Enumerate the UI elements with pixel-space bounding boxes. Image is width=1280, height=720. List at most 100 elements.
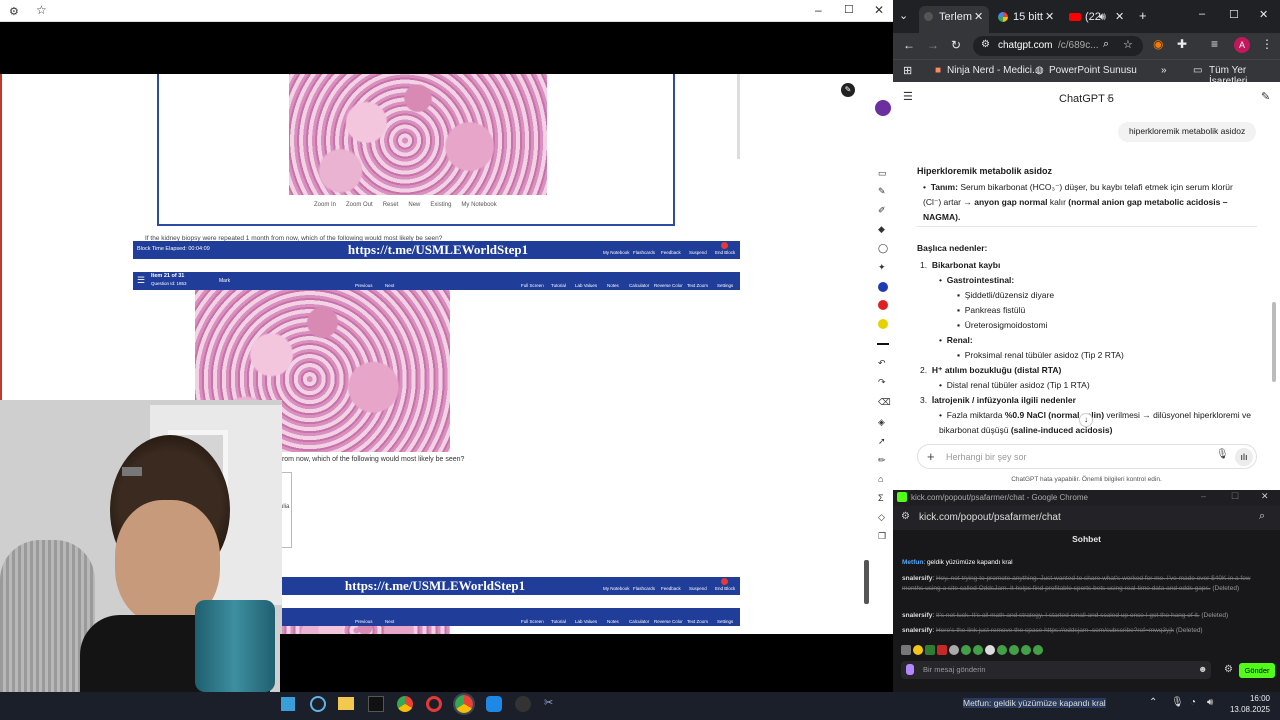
extension-icon[interactable]: ◉ bbox=[1153, 37, 1163, 51]
emote-icon[interactable] bbox=[913, 645, 923, 655]
previous-label-2[interactable]: Previous bbox=[355, 619, 373, 624]
lock-icon[interactable]: ⌂ bbox=[878, 474, 883, 484]
viewer-scrollbar[interactable] bbox=[864, 560, 869, 604]
line-width-icon[interactable] bbox=[877, 343, 889, 345]
tray-arrow-icon[interactable]: ⌃ bbox=[1149, 697, 1157, 708]
zoom-out-button[interactable]: Zoom Out bbox=[346, 202, 373, 212]
plus-icon[interactable]: + bbox=[927, 449, 935, 464]
shapes-icon[interactable]: ◇ bbox=[878, 512, 885, 523]
menu-icon[interactable]: ☰ bbox=[137, 275, 145, 286]
calculator-label-2[interactable]: Calculator bbox=[629, 619, 649, 624]
close-icon[interactable]: ✕ bbox=[1259, 8, 1268, 21]
notes-label[interactable]: Notes bbox=[607, 283, 619, 288]
forward-icon[interactable]: → bbox=[927, 38, 939, 52]
mark-label[interactable]: Mark bbox=[219, 278, 230, 284]
wifi-icon[interactable]: ◔ bbox=[1190, 697, 1196, 708]
emote-icon[interactable] bbox=[949, 645, 959, 655]
prompt-input[interactable]: Herhangi bir şey sor bbox=[946, 452, 1027, 462]
end-block-label-2[interactable]: End Block bbox=[715, 586, 735, 591]
my-notebook-label[interactable]: My Notebook bbox=[603, 250, 630, 255]
bookmark-powerpoint[interactable]: PowerPoint Sunusu bbox=[1049, 65, 1137, 76]
tutorial-label-2[interactable]: Tutorial bbox=[551, 619, 566, 624]
clock-date[interactable]: 13.08.2025 bbox=[1222, 705, 1270, 714]
settings-app-icon[interactable] bbox=[310, 696, 326, 712]
zoom-icon[interactable]: ⌕ bbox=[1259, 510, 1265, 523]
obs-icon[interactable] bbox=[515, 696, 531, 712]
emote-icon[interactable] bbox=[901, 645, 911, 655]
flashcards-label[interactable]: Flashcards bbox=[633, 250, 655, 255]
undo-icon[interactable]: ↶ bbox=[878, 358, 886, 369]
settings-icon[interactable]: ⚙ bbox=[9, 5, 19, 18]
bookmark-ninja-nerd[interactable]: Ninja Nerd - Medici... bbox=[947, 65, 1040, 76]
monitor-icon[interactable]: ▭ bbox=[878, 168, 887, 179]
emote-icon[interactable] bbox=[925, 645, 935, 655]
search-icon[interactable]: ⌕ bbox=[1103, 38, 1109, 51]
close-icon[interactable]: ✕ bbox=[1261, 491, 1269, 502]
scroll-down-icon[interactable]: ↓ bbox=[1079, 413, 1093, 427]
telegram-link[interactable]: https://t.me/USMLEWorldStep1 bbox=[313, 241, 563, 259]
inner-scroll[interactable] bbox=[737, 74, 740, 159]
reverse-color-label[interactable]: Reverse Color bbox=[654, 283, 683, 288]
site-info-icon[interactable]: ⚙ bbox=[901, 511, 910, 522]
chat-username[interactable]: snalersify bbox=[902, 575, 932, 582]
arrow-icon[interactable]: ➚ bbox=[878, 436, 886, 447]
tab-google[interactable]: 15 bitt ✕ bbox=[993, 6, 1063, 28]
full-screen-label[interactable]: Full Screen bbox=[521, 283, 544, 288]
suspend-label-2[interactable]: Suspend bbox=[689, 586, 707, 591]
lab-values-label-2[interactable]: Lab Values bbox=[575, 619, 597, 624]
chat-settings-icon[interactable]: ⚙ bbox=[1224, 664, 1233, 675]
settings-label[interactable]: Settings bbox=[717, 283, 733, 288]
emoji-icon[interactable]: ☻ bbox=[1198, 664, 1207, 674]
tab-close-icon[interactable]: ✕ bbox=[1045, 6, 1054, 28]
maximize-icon[interactable]: ☐ bbox=[1229, 8, 1239, 21]
clock-time[interactable]: 16:00 bbox=[1230, 694, 1270, 703]
start-icon[interactable] bbox=[281, 697, 295, 711]
emote-icon[interactable] bbox=[973, 645, 983, 655]
site-info-icon[interactable]: ⚙ bbox=[981, 39, 990, 50]
reverse-color-label-2[interactable]: Reverse Color bbox=[654, 619, 683, 624]
fill-icon[interactable]: ◈ bbox=[878, 417, 885, 428]
mic-icon[interactable]: 🎙︎ bbox=[1216, 449, 1229, 460]
audio-icon[interactable]: 🔊︎ bbox=[1099, 6, 1106, 28]
emote-icon[interactable] bbox=[1021, 645, 1031, 655]
suspend-label[interactable]: Suspend bbox=[689, 250, 707, 255]
reload-icon[interactable]: ↻ bbox=[951, 38, 961, 52]
minimize-icon[interactable]: – bbox=[1201, 491, 1206, 501]
feedback-label[interactable]: Feedback bbox=[661, 250, 681, 255]
app-icon[interactable] bbox=[486, 696, 502, 712]
settings-label-2[interactable]: Settings bbox=[717, 619, 733, 624]
maximize-icon[interactable]: ☐ bbox=[844, 3, 854, 16]
opera-icon[interactable] bbox=[426, 696, 442, 712]
volume-icon[interactable]: 🔊︎ bbox=[1207, 697, 1213, 708]
minimize-icon[interactable]: – bbox=[1199, 8, 1205, 20]
blue-color-icon[interactable] bbox=[878, 282, 888, 292]
highlighter-icon[interactable]: ✐ bbox=[878, 205, 886, 216]
marker-icon[interactable]: ✏ bbox=[878, 455, 886, 466]
chrome-active-icon[interactable] bbox=[453, 693, 475, 715]
new-tab-icon[interactable]: + bbox=[1139, 8, 1147, 23]
zoom-in-button[interactable]: Zoom In bbox=[314, 202, 336, 212]
full-screen-label-2[interactable]: Full Screen bbox=[521, 619, 544, 624]
mic-tray-icon[interactable]: 🎙︎ bbox=[1171, 697, 1184, 708]
reset-button[interactable]: Reset bbox=[383, 202, 399, 212]
chat-scrollbar[interactable] bbox=[1272, 302, 1276, 382]
clear-icon[interactable]: ⌫ bbox=[878, 397, 891, 408]
new-chat-icon[interactable]: ✎ bbox=[1261, 90, 1270, 103]
chat-input[interactable]: Bir mesaj gönderin ☻ bbox=[901, 661, 1211, 679]
chat-username[interactable]: snalersify bbox=[902, 627, 932, 634]
previous-label[interactable]: Previous bbox=[355, 283, 373, 288]
maximize-icon[interactable]: ☐ bbox=[1231, 491, 1239, 502]
send-button[interactable]: Gönder bbox=[1239, 663, 1275, 678]
prompt-box[interactable]: + Herhangi bir şey sor 🎙︎ ılı bbox=[917, 444, 1257, 469]
emote-icon[interactable] bbox=[997, 645, 1007, 655]
apps-grid-icon[interactable]: ⊞ bbox=[903, 64, 912, 77]
copy-icon[interactable]: ❐ bbox=[878, 531, 886, 542]
snipping-icon[interactable]: ✂ bbox=[544, 696, 560, 712]
sidebar-toggle-icon[interactable]: ☰ bbox=[903, 90, 913, 103]
magic-icon[interactable]: ✦ bbox=[878, 262, 886, 273]
app-logo-icon[interactable] bbox=[875, 100, 891, 116]
calculator-label[interactable]: Calculator bbox=[629, 283, 649, 288]
pen-icon[interactable]: ✎ bbox=[878, 186, 886, 197]
address-bar[interactable]: ⚙ chatgpt.com /c/689c... ⌕ ☆ bbox=[973, 36, 1143, 56]
more-bookmarks-icon[interactable]: » bbox=[1161, 65, 1167, 76]
